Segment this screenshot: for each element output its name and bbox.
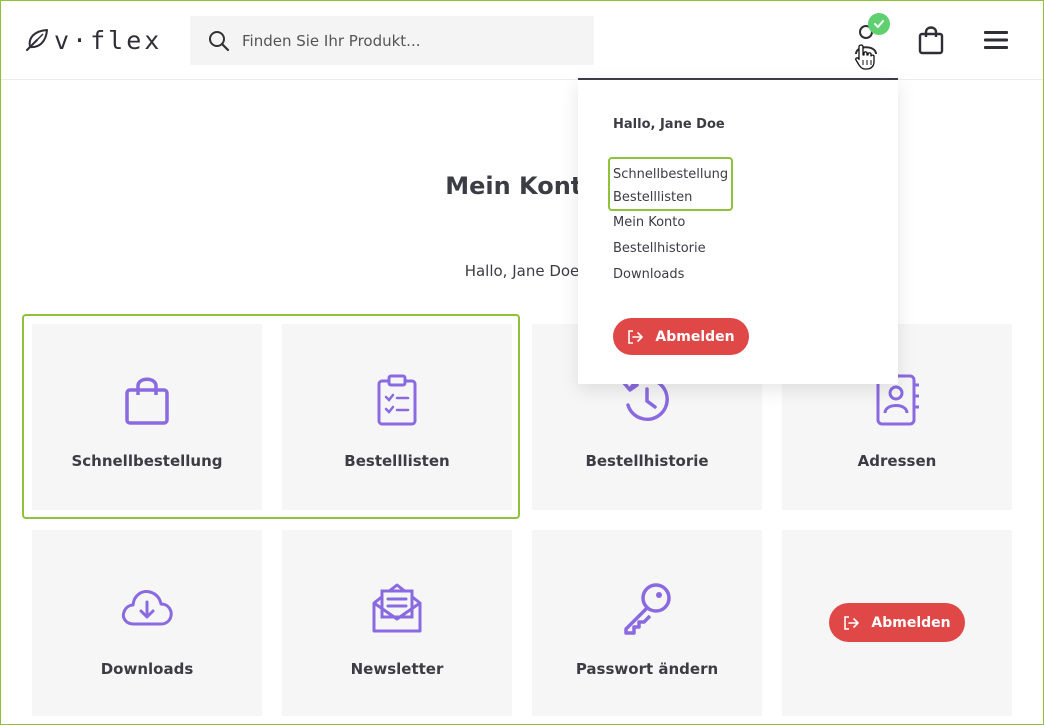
dropdown-link-downloads[interactable]: Downloads [613,265,728,291]
tile-label: Bestellhistorie [585,452,709,470]
logout-arrow-icon [844,615,860,630]
hamburger-menu-icon [984,31,1008,49]
dropdown-link-bestelllisten[interactable]: Bestelllisten [613,188,728,211]
search-icon [209,30,230,51]
shopping-bag-icon [918,26,944,55]
logout-label: Abmelden [871,614,951,631]
tile-logout-button[interactable]: Abmelden [829,603,965,642]
account-dropdown: Hallo, Jane Doe Schnellbestellung Bestel… [578,78,898,384]
logout-label: Abmelden [655,328,735,345]
dropdown-greeting: Hallo, Jane Doe [613,117,725,132]
vflex-logo[interactable]: v·flex [24,24,162,56]
tile-bestelllisten[interactable]: Bestelllisten [282,324,512,510]
tile-downloads[interactable]: Downloads [32,530,262,716]
tile-label: Schnellbestellung [71,452,223,470]
cloud-download-icon [121,590,173,626]
tile-label: Passwort ändern [575,660,719,678]
logout-arrow-icon [628,329,644,344]
dropdown-link-mein-konto[interactable]: Mein Konto [613,213,728,239]
tile-schnellbestellung[interactable]: Schnellbestellung [32,324,262,510]
logged-in-check-badge [868,13,890,35]
search-bar[interactable] [190,16,594,65]
envelope-open-icon [372,583,422,633]
feather-logo-icon [26,29,48,51]
hand-pointer-cursor-icon [855,44,875,70]
dropdown-links: Schnellbestellung Bestelllisten Mein Kon… [613,165,728,291]
search-input[interactable] [242,31,562,50]
tile-label: Newsletter [350,660,444,678]
site-header: v·flex [0,0,1044,80]
cart-button[interactable] [911,20,951,60]
tile-label: Bestelllisten [344,452,450,470]
logo-text: v·flex [54,25,163,55]
hamburger-menu-button[interactable] [976,20,1016,60]
check-icon [874,20,884,28]
shopping-bag-icon [125,377,169,425]
tile-passwort-aendern[interactable]: Passwort ändern [532,530,762,716]
dropdown-logout-button[interactable]: Abmelden [613,318,749,355]
tile-label: Adressen [857,452,937,470]
tile-label: Downloads [100,660,194,678]
key-icon [624,583,671,635]
tile-newsletter[interactable]: Newsletter [282,530,512,716]
dropdown-link-schnellbestellung[interactable]: Schnellbestellung [613,165,728,188]
dropdown-link-bestellhistorie[interactable]: Bestellhistorie [613,239,728,265]
clipboard-list-icon [377,374,417,426]
